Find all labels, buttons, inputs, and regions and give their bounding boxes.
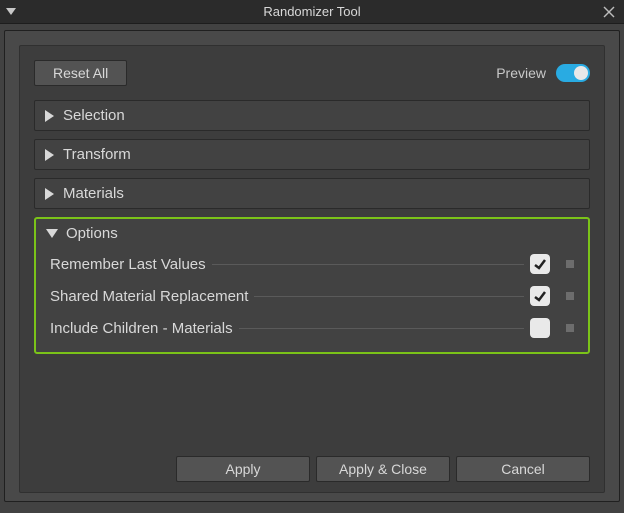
chevron-right-icon (45, 110, 55, 122)
chevron-right-icon (45, 149, 55, 161)
panel-inner: Reset All Preview Selection Transform Ma… (19, 45, 605, 493)
section-options: Options Remember Last Values Shared Mate… (34, 217, 590, 354)
checkbox-remember-last-values[interactable] (530, 254, 550, 274)
chevron-down-icon (46, 229, 58, 239)
chevron-right-icon (45, 188, 55, 200)
option-label: Shared Material Replacement (50, 288, 248, 305)
section-selection: Selection (34, 100, 590, 131)
divider (254, 296, 524, 297)
section-header-transform[interactable]: Transform (35, 140, 589, 169)
option-row-remember: Remember Last Values (50, 254, 574, 274)
section-header-options[interactable]: Options (36, 219, 588, 248)
section-label: Materials (63, 185, 124, 202)
close-button[interactable] (594, 0, 624, 24)
check-icon (533, 289, 547, 303)
context-handle[interactable] (566, 324, 574, 332)
preview-label: Preview (496, 65, 546, 81)
main-panel: Reset All Preview Selection Transform Ma… (4, 30, 620, 502)
option-row-shared-material: Shared Material Replacement (50, 286, 574, 306)
section-transform: Transform (34, 139, 590, 170)
footer-row: Apply Apply & Close Cancel (20, 456, 604, 482)
option-label: Remember Last Values (50, 256, 206, 273)
window-menu-icon[interactable] (0, 8, 22, 16)
preview-control: Preview (496, 64, 590, 82)
top-row: Reset All Preview (34, 60, 590, 86)
cancel-button[interactable]: Cancel (456, 456, 590, 482)
window-title: Randomizer Tool (0, 4, 624, 19)
divider (239, 328, 524, 329)
section-label: Options (66, 225, 118, 242)
section-label: Transform (63, 146, 131, 163)
section-materials: Materials (34, 178, 590, 209)
preview-toggle[interactable] (556, 64, 590, 82)
section-header-selection[interactable]: Selection (35, 101, 589, 130)
option-label: Include Children - Materials (50, 320, 233, 337)
apply-close-button[interactable]: Apply & Close (316, 456, 450, 482)
section-header-materials[interactable]: Materials (35, 179, 589, 208)
checkbox-shared-material-replacement[interactable] (530, 286, 550, 306)
option-row-include-children: Include Children - Materials (50, 318, 574, 338)
section-label: Selection (63, 107, 125, 124)
divider (212, 264, 524, 265)
options-body: Remember Last Values Shared Material Rep… (36, 248, 588, 352)
reset-all-button[interactable]: Reset All (34, 60, 127, 86)
check-icon (533, 257, 547, 271)
context-handle[interactable] (566, 292, 574, 300)
apply-button[interactable]: Apply (176, 456, 310, 482)
context-handle[interactable] (566, 260, 574, 268)
checkbox-include-children-materials[interactable] (530, 318, 550, 338)
titlebar: Randomizer Tool (0, 0, 624, 24)
